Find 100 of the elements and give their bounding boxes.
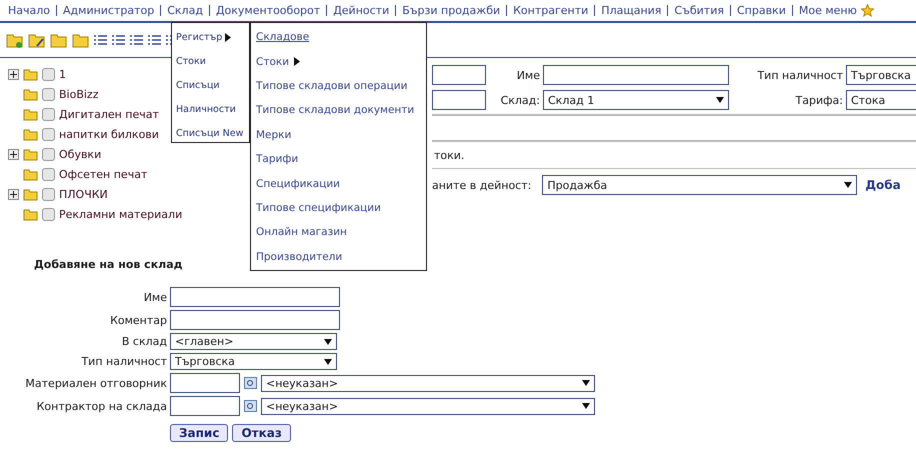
menu-item[interactable]: Стоки bbox=[172, 49, 249, 73]
checkbox[interactable] bbox=[42, 168, 55, 180]
nav-link[interactable]: Склад bbox=[167, 4, 203, 17]
nav-link[interactable]: Справки bbox=[736, 4, 786, 17]
activity-select[interactable]: Продажба bbox=[542, 175, 858, 195]
name-label: Име bbox=[516, 68, 541, 82]
folder-icon bbox=[23, 88, 38, 100]
menu-item[interactable]: Мерки bbox=[251, 122, 426, 147]
menu-item[interactable]: Типове складови документи bbox=[251, 98, 426, 123]
list-icon[interactable] bbox=[148, 34, 161, 46]
folder-add-icon[interactable] bbox=[6, 32, 23, 48]
dropdown-caret-icon bbox=[324, 338, 332, 344]
checkbox[interactable] bbox=[42, 128, 55, 140]
info-text: токи. bbox=[434, 148, 464, 162]
menu-item[interactable]: Типове спецификации bbox=[251, 196, 426, 220]
select-field[interactable]: Търговска bbox=[170, 353, 337, 370]
lookup-icon[interactable] bbox=[244, 400, 257, 412]
input-field[interactable] bbox=[170, 310, 340, 330]
expand-toggle[interactable] bbox=[8, 68, 19, 80]
folder-icon bbox=[23, 128, 38, 140]
input-field[interactable] bbox=[432, 90, 486, 110]
field-label: В склад bbox=[120, 335, 168, 348]
menu-item[interactable]: Онлайн магазин bbox=[251, 220, 426, 245]
tree-item[interactable]: BioBizz bbox=[59, 88, 98, 100]
nav-link[interactable]: Начало bbox=[8, 4, 50, 17]
input-field[interactable] bbox=[170, 396, 240, 416]
menu-item[interactable]: Стоки bbox=[251, 49, 426, 74]
add-link[interactable]: Доба bbox=[865, 178, 901, 192]
warehouse-label: Склад: bbox=[500, 94, 541, 106]
dropdown-caret-icon bbox=[582, 403, 590, 409]
folder-icon bbox=[23, 148, 38, 160]
menu-item[interactable]: Складове bbox=[251, 25, 426, 50]
nav-link[interactable]: Плащания bbox=[601, 4, 662, 17]
dropdown-caret-icon bbox=[844, 182, 852, 188]
tree-item[interactable]: Рекламни материали bbox=[59, 208, 182, 220]
activity-label: аните в дейност: bbox=[432, 178, 532, 192]
folder-icon bbox=[23, 68, 38, 80]
checkbox[interactable] bbox=[42, 68, 55, 80]
list-icon[interactable] bbox=[112, 34, 125, 46]
menu-item[interactable]: Тарифи bbox=[251, 146, 426, 172]
nav-link[interactable]: Мое меню bbox=[798, 4, 857, 17]
stock-type-label: Тип наличност bbox=[756, 68, 844, 82]
folder-edit-icon[interactable] bbox=[28, 32, 45, 48]
folder-icon bbox=[23, 108, 38, 120]
menu-item[interactable]: Спецификации bbox=[251, 171, 426, 196]
input-field[interactable] bbox=[170, 373, 240, 393]
select-field[interactable]: <неуказан> bbox=[261, 398, 595, 414]
menu-item[interactable]: Типове складови операции bbox=[251, 74, 426, 98]
nav-link[interactable]: Документооборот bbox=[216, 4, 320, 17]
submenu-arrow-icon bbox=[225, 32, 232, 42]
field-label: Име bbox=[142, 290, 168, 304]
checkbox[interactable] bbox=[42, 88, 55, 100]
menu-item[interactable]: Наличности bbox=[172, 97, 249, 121]
input-field[interactable] bbox=[432, 65, 486, 85]
tree-item[interactable]: Офсетен печат bbox=[59, 168, 148, 180]
list-icon[interactable] bbox=[94, 34, 107, 46]
menu-item[interactable]: Списъци New bbox=[172, 121, 249, 145]
checkbox[interactable] bbox=[42, 148, 55, 160]
submenu-arrow-icon bbox=[294, 57, 300, 66]
tree-item[interactable]: ПЛОЧКИ bbox=[59, 188, 108, 200]
lookup-icon[interactable] bbox=[244, 377, 257, 389]
menu-item[interactable]: Регистър bbox=[172, 25, 249, 49]
select-field[interactable]: <неуказан> bbox=[261, 374, 595, 392]
expand-toggle[interactable] bbox=[8, 148, 19, 160]
tree-item[interactable]: Дигитален печат bbox=[59, 108, 159, 120]
nav-link[interactable]: Дейности bbox=[333, 4, 390, 17]
dropdown-caret-icon bbox=[716, 97, 724, 103]
form-button[interactable]: Отказ bbox=[232, 424, 291, 442]
checkbox[interactable] bbox=[42, 188, 55, 200]
list-icon[interactable] bbox=[130, 34, 143, 46]
folder-icon[interactable] bbox=[50, 32, 67, 48]
star-icon[interactable] bbox=[860, 4, 874, 17]
tree-item[interactable]: Обувки bbox=[59, 148, 102, 160]
folder-icon bbox=[23, 208, 38, 220]
warehouse-select[interactable]: Склад 1 bbox=[543, 90, 729, 110]
select-field[interactable]: <главен> bbox=[170, 333, 337, 350]
menu-item[interactable]: Производители bbox=[251, 244, 426, 269]
nav-link[interactable]: Администратор bbox=[63, 4, 154, 17]
nav-link[interactable]: Бързи продажби bbox=[402, 4, 500, 17]
tree-item[interactable]: напитки билкови bbox=[59, 128, 159, 140]
expand-toggle[interactable] bbox=[8, 188, 19, 200]
tariff-label: Тарифа: bbox=[794, 94, 844, 106]
checkbox[interactable] bbox=[42, 208, 55, 220]
name-field[interactable] bbox=[543, 65, 729, 85]
field-label: Контрактор на склада bbox=[36, 400, 168, 412]
nav-link[interactable]: Контрагенти bbox=[513, 4, 588, 17]
field-label: Материален отговорник bbox=[24, 376, 168, 390]
stock-type-select[interactable]: Търговска bbox=[846, 65, 916, 85]
folder-icon bbox=[23, 168, 38, 180]
field-label: Тип наличност bbox=[80, 355, 168, 368]
input-field[interactable] bbox=[170, 287, 340, 307]
tariff-select[interactable]: Стока bbox=[846, 90, 916, 110]
form-button[interactable]: Запис bbox=[170, 424, 228, 442]
menu-item[interactable]: Списъци bbox=[172, 73, 249, 97]
checkbox[interactable] bbox=[42, 108, 55, 120]
folder-icon[interactable] bbox=[72, 32, 89, 48]
field-label: Коментар bbox=[109, 314, 168, 326]
nav-link[interactable]: Събития bbox=[674, 4, 724, 17]
dropdown-caret-icon bbox=[324, 358, 332, 364]
tree-item[interactable]: 1 bbox=[59, 68, 66, 80]
